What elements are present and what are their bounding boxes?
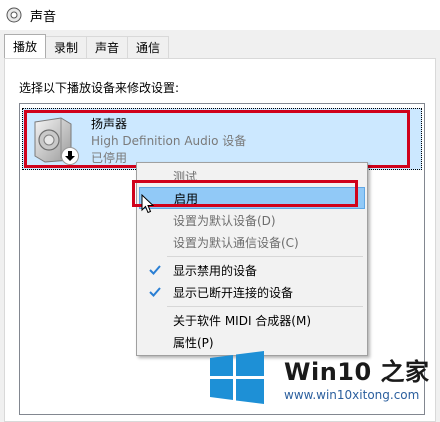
- title-bar: 声音: [0, 0, 440, 30]
- device-row-speaker[interactable]: 扬声器 High Definition Audio 设备 已停用: [22, 108, 422, 170]
- tab-strip: 播放 录制 声音 通信: [4, 34, 170, 58]
- watermark-brand: Win10 之家: [284, 358, 430, 386]
- checkmark-icon: [147, 284, 163, 300]
- tab-playback[interactable]: 播放: [4, 34, 47, 58]
- disabled-down-arrow-icon: [61, 147, 79, 165]
- mouse-pointer-icon: [141, 193, 155, 214]
- menu-item-set-default-comm[interactable]: 设置为默认通信设备(C): [139, 231, 365, 253]
- menu-item-label: 设置为默认通信设备(C): [173, 235, 299, 250]
- menu-item-enable[interactable]: 启用: [139, 187, 365, 209]
- context-menu: 测试 启用 设置为默认设备(D) 设置为默认通信设备(C) 显示禁用的设备 显示…: [136, 162, 368, 356]
- menu-separator: [167, 256, 363, 257]
- device-description: High Definition Audio 设备: [91, 134, 247, 148]
- device-name: 扬声器: [91, 117, 128, 131]
- menu-item-midi-about[interactable]: 关于软件 MIDI 合成器(M): [139, 309, 365, 331]
- menu-item-show-disabled[interactable]: 显示禁用的设备: [139, 259, 365, 281]
- menu-item-test[interactable]: 测试: [139, 165, 365, 187]
- menu-separator: [167, 306, 363, 307]
- tab-communications[interactable]: 通信: [127, 36, 170, 58]
- menu-item-label: 关于软件 MIDI 合成器(M): [173, 313, 312, 328]
- tab-recording[interactable]: 录制: [45, 36, 88, 58]
- menu-item-label: 测试: [173, 169, 198, 184]
- instruction-text: 选择以下播放设备来修改设置:: [19, 81, 180, 95]
- menu-item-label: 设置为默认设备(D): [173, 213, 276, 228]
- menu-item-label: 显示禁用的设备: [173, 263, 258, 278]
- window-title: 声音: [30, 9, 57, 25]
- tab-sounds[interactable]: 声音: [86, 36, 129, 58]
- windows-logo-icon: [208, 350, 266, 405]
- menu-item-label: 属性(P): [173, 335, 214, 350]
- menu-item-show-disconnected[interactable]: 显示已断开连接的设备: [139, 281, 365, 303]
- menu-item-label: 启用: [174, 191, 199, 206]
- speaker-settings-icon: [6, 7, 22, 23]
- watermark-url: www.win10xitong.com: [284, 388, 420, 402]
- menu-item-label: 显示已断开连接的设备: [173, 285, 294, 300]
- menu-item-set-default[interactable]: 设置为默认设备(D): [139, 209, 365, 231]
- device-status: 已停用: [91, 151, 128, 165]
- checkmark-icon: [147, 262, 163, 278]
